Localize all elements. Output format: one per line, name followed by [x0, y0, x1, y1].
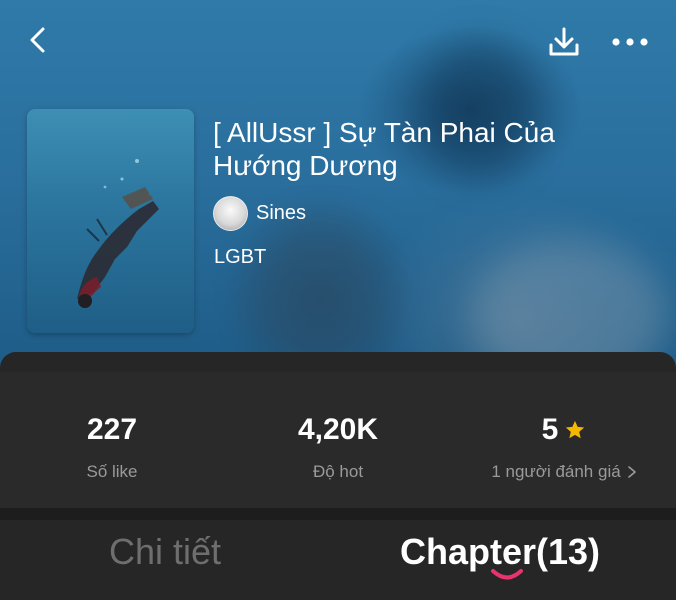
hot-label: Độ hot — [238, 462, 438, 482]
rating-label[interactable]: 1 người đánh giá — [464, 462, 664, 482]
rating-value-row: 5 — [464, 410, 664, 450]
more-horizontal-icon[interactable] — [608, 22, 652, 62]
author-name[interactable]: Sines — [256, 202, 306, 225]
stat-rating[interactable]: 5 1 người đánh giá — [464, 410, 664, 482]
author-row[interactable]: Sines — [213, 196, 306, 231]
section-divider — [0, 508, 676, 520]
book-cover-image[interactable] — [27, 109, 194, 333]
book-title: [ AllUssr ] Sự Tàn Phai Của Hướng Dương — [213, 117, 555, 181]
stat-likes: 227 Số like — [12, 410, 212, 482]
active-tab-indicator — [491, 569, 523, 580]
stat-hot: 4,20K Độ hot — [238, 410, 438, 482]
hot-count: 4,20K — [297, 413, 379, 446]
likes-label: Số like — [12, 462, 212, 482]
chevron-right-icon[interactable] — [627, 465, 637, 479]
rating-value: 5 — [541, 413, 559, 446]
back-icon[interactable] — [18, 20, 58, 60]
genre-tag[interactable]: LGBT — [214, 246, 266, 269]
tab-bar: Chi tiết Chapter(13) — [0, 520, 676, 600]
rating-label-text[interactable]: 1 người đánh giá — [491, 462, 620, 482]
tab-details[interactable]: Chi tiết — [109, 530, 221, 574]
hot-label-text: Độ hot — [312, 462, 364, 481]
avatar[interactable] — [213, 196, 248, 231]
likes-label-text: Số like — [86, 462, 138, 481]
download-icon[interactable] — [544, 22, 584, 62]
likes-count: 227 — [86, 413, 138, 446]
star-icon — [566, 420, 585, 439]
background-figure-shape — [250, 220, 390, 370]
